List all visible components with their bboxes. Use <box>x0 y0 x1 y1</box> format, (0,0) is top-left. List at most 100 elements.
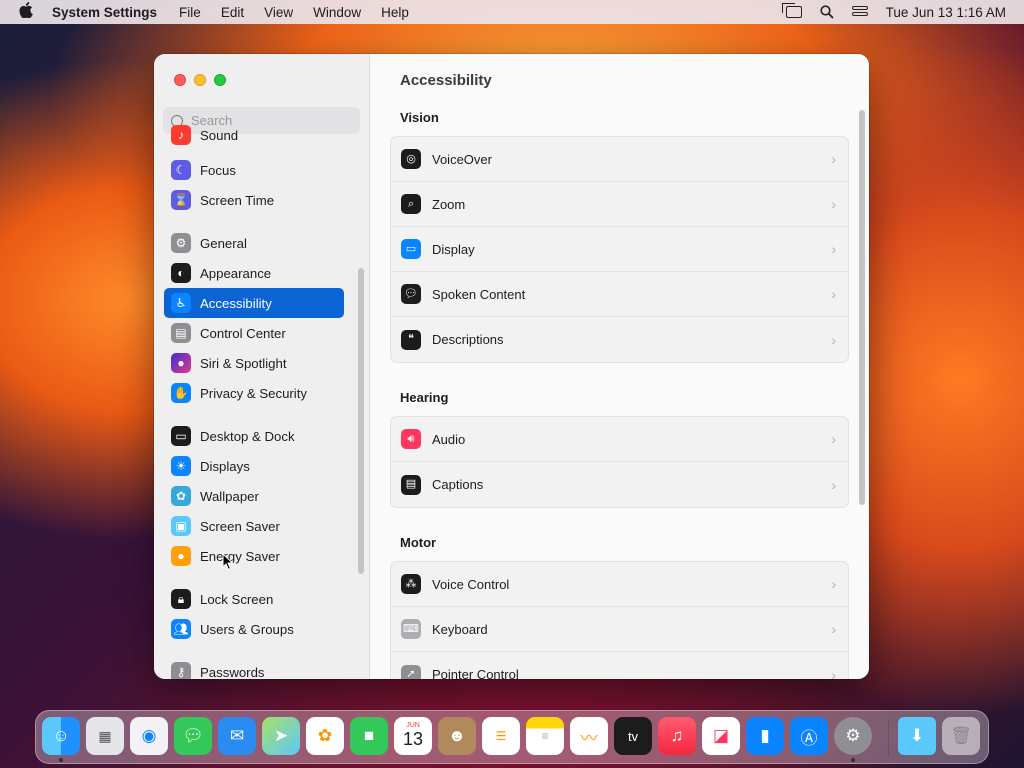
gear-icon: ⚙ <box>171 233 191 253</box>
sidebar-item-wallpaper[interactable]: ✿ Wallpaper <box>164 481 344 511</box>
dock-icon: ▭ <box>171 426 191 446</box>
row-label: Pointer Control <box>432 667 519 679</box>
sidebar-item-general[interactable]: ⚙ General <box>164 228 344 258</box>
hearing-group: 🔊︎ Audio › ▤ Captions › <box>390 416 849 508</box>
photos-icon[interactable]: ✿ <box>306 717 344 755</box>
sidebar-item-passwords[interactable]: ⚷ Passwords <box>164 657 344 679</box>
mail-icon[interactable]: ✉ <box>218 717 256 755</box>
sidebar-item-label: Displays <box>200 458 250 474</box>
sidebar-item-label: Lock Screen <box>200 591 274 607</box>
row-label: Zoom <box>432 196 466 212</box>
minimize-button[interactable] <box>194 74 206 86</box>
row-captions[interactable]: ▤ Captions › <box>391 462 848 507</box>
messages-icon[interactable]: 💬︎ <box>174 717 212 755</box>
menu-window[interactable]: Window <box>313 5 361 20</box>
zoom-button[interactable] <box>214 74 226 86</box>
sidebar-item-privacy-security[interactable]: ✋ Privacy & Security <box>164 378 344 408</box>
row-display[interactable]: ▭ Display › <box>391 227 848 272</box>
facetime-icon[interactable]: ■ <box>350 717 388 755</box>
sidebar-item-control-center[interactable]: ▤ Control Center <box>164 318 344 348</box>
sidebar-item-label: Sound <box>200 127 239 143</box>
sidebar-item-label: Screen Saver <box>200 518 280 534</box>
dock-separator <box>888 719 889 757</box>
launchpad-icon[interactable]: ▦ <box>86 717 124 755</box>
row-label: Audio <box>432 431 466 447</box>
reminders-icon[interactable]: ☰ <box>482 717 520 755</box>
content-scrollbar[interactable] <box>859 110 865 505</box>
menu-file[interactable]: File <box>179 5 201 20</box>
trash-icon[interactable]: 🗑︎ <box>942 717 980 755</box>
sidebar-item-energy-saver[interactable]: ● Energy Saver <box>164 541 344 571</box>
row-spoken-content[interactable]: 💬︎ Spoken Content › <box>391 272 848 317</box>
calendar-icon[interactable]: JUN 13 <box>394 717 432 755</box>
menu-edit[interactable]: Edit <box>221 5 244 20</box>
calendar-day: 13 <box>402 729 424 749</box>
screen-saver-icon: ▣ <box>171 516 191 536</box>
row-voice-control[interactable]: ⁂ Voice Control › <box>391 562 848 607</box>
sidebar-item-label: General <box>200 235 247 251</box>
accessibility-icon: ♿ <box>171 293 191 313</box>
freeform-icon[interactable]: 〰 <box>570 717 608 755</box>
zoom-icon: ⌕ <box>401 194 421 214</box>
sidebar-item-sound[interactable]: ♪ Sound <box>164 120 344 150</box>
row-pointer-control[interactable]: ➚ Pointer Control › <box>391 652 848 679</box>
menu-bar: System Settings File Edit View Window He… <box>0 0 1024 24</box>
menu-clock[interactable]: Tue Jun 13 1:16 AM <box>886 5 1006 20</box>
news-icon[interactable]: ◪ <box>702 717 740 755</box>
moon-icon: ☾ <box>171 160 191 180</box>
row-descriptions[interactable]: ❝ Descriptions › <box>391 317 848 362</box>
close-button[interactable] <box>174 74 186 86</box>
safari-icon[interactable]: ◉ <box>130 717 168 755</box>
sidebar-item-label: Desktop & Dock <box>200 428 295 444</box>
tv-icon[interactable]: tv <box>614 717 652 755</box>
sidebar-item-label: Passwords <box>200 664 265 680</box>
row-voiceover[interactable]: ◎ VoiceOver › <box>391 137 848 182</box>
sidebar-item-screen-saver[interactable]: ▣ Screen Saver <box>164 511 344 541</box>
lock-icon: 🔒︎ <box>171 589 191 609</box>
sidebar-item-lock-screen[interactable]: 🔒︎ Lock Screen <box>164 584 344 614</box>
sidebar-item-appearance[interactable]: ◐ Appearance <box>164 258 344 288</box>
sidebar-item-screen-time[interactable]: ⌛ Screen Time <box>164 185 344 215</box>
sidebar-item-desktop-dock[interactable]: ▭ Desktop & Dock <box>164 421 344 451</box>
row-audio[interactable]: 🔊︎ Audio › <box>391 417 848 462</box>
display-icon: ▭ <box>401 239 421 259</box>
system-settings-icon[interactable]: ⚙ <box>834 717 872 755</box>
app-name-menu[interactable]: System Settings <box>52 5 157 20</box>
row-zoom[interactable]: ⌕ Zoom › <box>391 182 848 227</box>
chevron-right-icon: › <box>831 621 836 637</box>
notes-icon[interactable]: ≡ <box>526 717 564 755</box>
menu-view[interactable]: View <box>264 5 293 20</box>
sidebar-item-siri-spotlight[interactable]: ● Siri & Spotlight <box>164 348 344 378</box>
sidebar-item-accessibility[interactable]: ♿ Accessibility <box>164 288 344 318</box>
chevron-right-icon: › <box>831 196 836 212</box>
control-center-icon: ▤ <box>171 323 191 343</box>
app-store-icon[interactable]: Ⓐ <box>790 717 828 755</box>
chevron-right-icon: › <box>831 241 836 257</box>
stage-manager-icon[interactable] <box>781 3 802 18</box>
spotlight-search-icon[interactable] <box>820 5 834 19</box>
hand-icon: ✋ <box>171 383 191 403</box>
sidebar-item-label: Privacy & Security <box>200 385 307 401</box>
sidebar-scrollbar[interactable] <box>358 268 364 574</box>
row-keyboard[interactable]: ⌨ Keyboard › <box>391 607 848 652</box>
keynote-icon[interactable]: ▮ <box>746 717 784 755</box>
sidebar-item-users-groups[interactable]: 👥︎ Users & Groups <box>164 614 344 644</box>
apple-menu-icon[interactable] <box>0 2 52 22</box>
downloads-folder-icon[interactable]: ⬇ <box>898 717 936 755</box>
music-icon[interactable]: ♫ <box>658 717 696 755</box>
sidebar-item-displays[interactable]: ☀ Displays <box>164 451 344 481</box>
maps-icon[interactable]: ➤ <box>262 717 300 755</box>
control-center-icon[interactable] <box>851 6 868 18</box>
menu-help[interactable]: Help <box>381 5 409 20</box>
sidebar-item-focus[interactable]: ☾ Focus <box>164 155 344 185</box>
sidebar-item-label: Focus <box>200 162 236 178</box>
row-label: VoiceOver <box>432 151 492 167</box>
finder-icon[interactable]: ☺ <box>42 717 80 755</box>
sidebar-item-label: Siri & Spotlight <box>200 355 287 371</box>
running-indicator <box>851 758 855 762</box>
sidebar-item-label: Users & Groups <box>200 621 294 637</box>
contacts-icon[interactable]: ☻ <box>438 717 476 755</box>
chevron-right-icon: › <box>831 286 836 302</box>
sidebar-item-label: Control Center <box>200 325 286 341</box>
bulb-icon: ● <box>171 546 191 566</box>
